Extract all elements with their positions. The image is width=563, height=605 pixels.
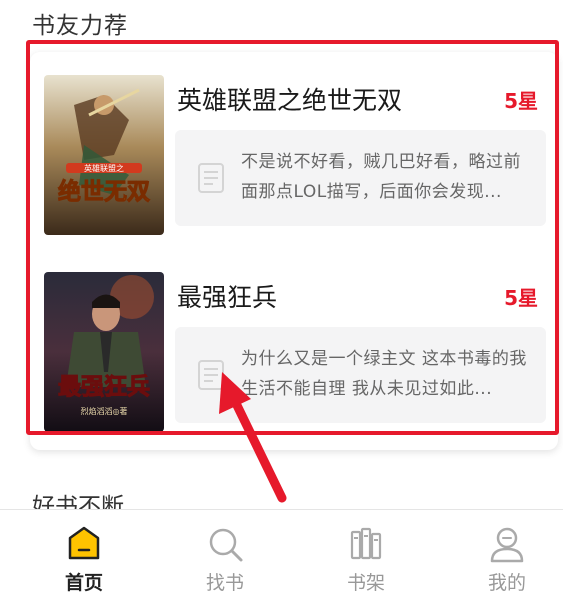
quote-icon — [198, 360, 224, 390]
bottom-tab-bar: 首页 找书 书架 我的 — [0, 509, 563, 605]
home-icon — [68, 526, 100, 560]
book-item[interactable]: 英雄联盟之 绝世无双 英雄联盟之绝世无双 5星 不是说不好看，贼几巴好看，略过前… — [44, 75, 546, 235]
book-item[interactable]: 最强狂兵 烈焰滔滔◎著 最强狂兵 5星 为什么又是一个绿主文 这本书毒的我生活不… — [44, 272, 546, 432]
book-title[interactable]: 最强狂兵 — [177, 278, 277, 314]
cover-author-text: 烈焰滔滔◎著 — [81, 406, 128, 416]
book-title[interactable]: 英雄联盟之绝世无双 — [177, 81, 402, 117]
cover-top-text: 英雄联盟之 — [84, 163, 124, 173]
book-cover[interactable]: 英雄联盟之 绝世无双 — [44, 75, 164, 235]
book-cover[interactable]: 最强狂兵 烈焰滔滔◎著 — [44, 272, 164, 432]
tab-label: 我的 — [487, 572, 526, 594]
tab-search[interactable]: 找书 — [155, 510, 295, 605]
tab-label: 书架 — [346, 572, 385, 594]
book-cover-image: 最强狂兵 烈焰滔滔◎著 — [44, 272, 164, 432]
book-rating: 5星 — [504, 286, 538, 310]
cover-title-text: 绝世无双 — [58, 178, 150, 205]
book-rating: 5星 — [504, 89, 538, 113]
review-text: 不是说不好看，贼几巴好看，略过前面那点LOL描写，后面你会发现... — [241, 152, 521, 202]
tab-profile[interactable]: 我的 — [437, 510, 563, 605]
review-box[interactable]: 不是说不好看，贼几巴好看，略过前面那点LOL描写，后面你会发现... — [175, 130, 546, 226]
section-title: 书友力荐 — [32, 13, 128, 39]
book-cover-image: 英雄联盟之 绝世无双 — [44, 75, 164, 235]
tab-bookshelf[interactable]: 书架 — [296, 510, 436, 605]
tab-home[interactable]: 首页 — [14, 510, 154, 605]
next-section-title: 好书不断 — [32, 494, 124, 509]
tab-label: 找书 — [205, 572, 244, 594]
review-box[interactable]: 为什么又是一个绿主文 这本书毒的我生活不能自理 我从未见过如此... — [175, 327, 546, 423]
quote-icon — [198, 163, 224, 193]
search-icon — [209, 528, 243, 562]
review-text: 为什么又是一个绿主文 这本书毒的我生活不能自理 我从未见过如此... — [241, 349, 527, 399]
cover-title-text: 最强狂兵 — [58, 374, 150, 400]
tab-label: 首页 — [64, 572, 103, 594]
profile-icon — [490, 527, 524, 563]
bookshelf-icon — [350, 527, 382, 560]
